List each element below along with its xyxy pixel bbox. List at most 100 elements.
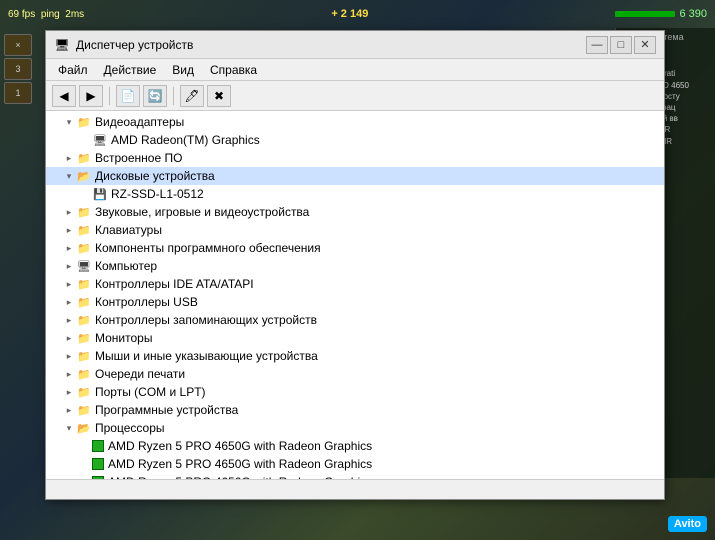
expander-firmware[interactable]: ▸	[62, 151, 76, 165]
tree-node-computer[interactable]: ▸ 🖥 Компьютер	[46, 257, 664, 275]
ping-label: ping	[41, 9, 60, 20]
node-label-disks: Дисковые устройства	[95, 169, 215, 183]
expander-radeon	[78, 133, 92, 147]
expander-storage[interactable]: ▸	[62, 313, 76, 327]
badge-1: ×	[4, 34, 32, 56]
ms-value: 2ms	[65, 9, 84, 20]
node-label-computer: Компьютер	[95, 259, 157, 273]
tree-node-video[interactable]: ▾ 📁 Видеоадаптеры	[46, 113, 664, 131]
expander-mice[interactable]: ▸	[62, 349, 76, 363]
folder-icon-video: 📁	[76, 114, 92, 130]
expander-keyboards[interactable]: ▸	[62, 223, 76, 237]
node-label-ssd: RZ-SSD-L1-0512	[111, 187, 204, 201]
expander-disks[interactable]: ▾	[62, 169, 76, 183]
tree-node-storage[interactable]: ▸ 📁 Контроллеры запоминающих устройств	[46, 311, 664, 329]
gold-display: + 2 149	[331, 8, 368, 20]
window-title: Диспетчер устройств	[76, 38, 586, 52]
expander-ports[interactable]: ▸	[62, 385, 76, 399]
game-left-panel: × 3 1	[0, 30, 40, 430]
cpu-icon-2	[92, 458, 104, 470]
expander-software2[interactable]: ▸	[62, 403, 76, 417]
expander-print[interactable]: ▸	[62, 367, 76, 381]
toolbar-sep-1	[109, 87, 110, 105]
menu-help[interactable]: Справка	[202, 61, 265, 79]
tree-node-ssd[interactable]: 💾 RZ-SSD-L1-0512	[46, 185, 664, 203]
node-label-mice: Мыши и иные указывающие устройства	[95, 349, 318, 363]
node-label-usb: Контроллеры USB	[95, 295, 198, 309]
maximize-button[interactable]: □	[610, 36, 632, 54]
node-label-storage: Контроллеры запоминающих устройств	[95, 313, 317, 327]
folder-icon-mice: 📁	[76, 348, 92, 364]
expander-ide[interactable]: ▸	[62, 277, 76, 291]
tree-node-software[interactable]: ▸ 📁 Компоненты программного обеспечения	[46, 239, 664, 257]
node-label-ide: Контроллеры IDE ATA/ATAPI	[95, 277, 254, 291]
health-bar	[615, 11, 675, 17]
tree-node-mice[interactable]: ▸ 📁 Мыши и иные указывающие устройства	[46, 347, 664, 365]
tree-node-keyboards[interactable]: ▸ 📁 Клавиатуры	[46, 221, 664, 239]
menu-file[interactable]: Файл	[50, 61, 96, 79]
device-tree[interactable]: ▾ 📁 Видеоадаптеры 🖥 AMD Radeon(TM) Graph…	[46, 111, 664, 479]
folder-icon-software: 📁	[76, 240, 92, 256]
tree-node-firmware[interactable]: ▸ 📁 Встроенное ПО	[46, 149, 664, 167]
folder-icon-storage: 📁	[76, 312, 92, 328]
node-label-keyboards: Клавиатуры	[95, 223, 162, 237]
badge-3: 1	[4, 82, 32, 104]
tree-node-usb[interactable]: ▸ 📁 Контроллеры USB	[46, 293, 664, 311]
hud-top: 69 fps ping 2ms + 2 149 6 390	[0, 0, 715, 28]
toolbar-properties[interactable]: 📄	[116, 85, 140, 107]
toolbar-sep-2	[173, 87, 174, 105]
node-label-software: Компоненты программного обеспечения	[95, 241, 321, 255]
node-label-video: Видеоадаптеры	[95, 115, 184, 129]
tree-node-amd-radeon[interactable]: 🖥 AMD Radeon(TM) Graphics	[46, 131, 664, 149]
expander-video[interactable]: ▾	[62, 115, 76, 129]
expander-computer[interactable]: ▸	[62, 259, 76, 273]
toolbar-scan[interactable]: 🔄	[143, 85, 167, 107]
node-label-procs: Процессоры	[95, 421, 165, 435]
computer-icon: 🖥	[76, 258, 92, 274]
toolbar-forward[interactable]: ▶	[79, 85, 103, 107]
credits-display: 6 390	[679, 8, 707, 20]
node-label-radeon: AMD Radeon(TM) Graphics	[111, 133, 260, 147]
tree-node-disks[interactable]: ▾ 📂 Дисковые устройства	[46, 167, 664, 185]
fps-display: 69 fps ping 2ms	[8, 9, 84, 20]
folder-icon-disks: 📂	[76, 168, 92, 184]
folder-icon-firmware: 📁	[76, 150, 92, 166]
node-label-firmware: Встроенное ПО	[95, 151, 182, 165]
title-bar[interactable]: 🖥 Диспетчер устройств — □ ✕	[46, 31, 664, 59]
tree-node-ide[interactable]: ▸ 📁 Контроллеры IDE ATA/ATAPI	[46, 275, 664, 293]
toolbar: ◀ ▶ 📄 🔄 🖊 ✖	[46, 81, 664, 111]
toolbar-remove[interactable]: ✖	[207, 85, 231, 107]
expander-audio[interactable]: ▸	[62, 205, 76, 219]
tree-node-software2[interactable]: ▸ 📁 Программные устройства	[46, 401, 664, 419]
menu-action[interactable]: Действие	[96, 61, 165, 79]
tree-node-audio[interactable]: ▸ 📁 Звуковые, игровые и видеоустройства	[46, 203, 664, 221]
menu-bar: Файл Действие Вид Справка	[46, 59, 664, 81]
folder-icon-software2: 📁	[76, 402, 92, 418]
window-icon: 🖥	[54, 37, 70, 53]
device-manager-window: 🖥 Диспетчер устройств — □ ✕ Файл Действи…	[45, 30, 665, 500]
node-label-monitors: Мониторы	[95, 331, 152, 345]
close-button[interactable]: ✕	[634, 36, 656, 54]
expander-procs[interactable]: ▾	[62, 421, 76, 435]
tree-node-cpu-1[interactable]: AMD Ryzen 5 PRO 4650G with Radeon Graphi…	[46, 437, 664, 455]
avito-badge: Avito	[668, 516, 707, 532]
tree-node-procs[interactable]: ▾ 📂 Процессоры	[46, 419, 664, 437]
tree-node-ports[interactable]: ▸ 📁 Порты (COM и LPT)	[46, 383, 664, 401]
folder-icon-procs: 📂	[76, 420, 92, 436]
expander-software[interactable]: ▸	[62, 241, 76, 255]
fps-value: 69 fps	[8, 9, 35, 20]
cpu-label-2: AMD Ryzen 5 PRO 4650G with Radeon Graphi…	[108, 457, 372, 471]
folder-icon-ports: 📁	[76, 384, 92, 400]
folder-icon-audio: 📁	[76, 204, 92, 220]
toolbar-back[interactable]: ◀	[52, 85, 76, 107]
expander-usb[interactable]: ▸	[62, 295, 76, 309]
node-label-ports: Порты (COM и LPT)	[95, 385, 206, 399]
minimize-button[interactable]: —	[586, 36, 608, 54]
menu-view[interactable]: Вид	[164, 61, 202, 79]
tree-node-print[interactable]: ▸ 📁 Очереди печати	[46, 365, 664, 383]
tree-node-monitors[interactable]: ▸ 📁 Мониторы	[46, 329, 664, 347]
tree-node-cpu-2[interactable]: AMD Ryzen 5 PRO 4650G with Radeon Graphi…	[46, 455, 664, 473]
expander-monitors[interactable]: ▸	[62, 331, 76, 345]
folder-icon-monitors: 📁	[76, 330, 92, 346]
toolbar-edit[interactable]: 🖊	[180, 85, 204, 107]
